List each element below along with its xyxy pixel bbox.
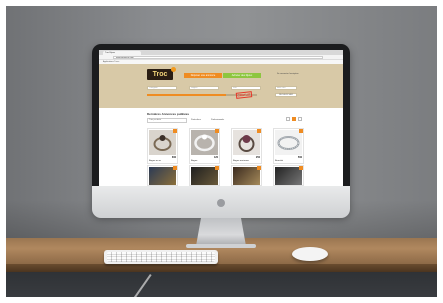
keywords-field[interactable]: Mots clés xyxy=(275,86,297,90)
monitor-stand-base xyxy=(186,244,256,248)
city-field[interactable]: Ville xyxy=(231,86,261,90)
listing-card[interactable] xyxy=(273,165,304,186)
desk-edge xyxy=(0,264,443,272)
keyboard-keys xyxy=(107,252,215,262)
listing-price: 25€ xyxy=(255,156,260,159)
corner-badge xyxy=(215,166,219,170)
region-field[interactable]: Région xyxy=(189,86,219,90)
ring-image xyxy=(149,130,176,155)
address-input[interactable]: www.trocbijoux.com xyxy=(113,56,323,59)
listing-card[interactable]: 50€ Bracelet xyxy=(273,128,304,164)
bracelet-image xyxy=(275,130,302,155)
corner-badge xyxy=(299,166,303,170)
view-toggle xyxy=(286,117,304,122)
list-view-icon[interactable] xyxy=(286,117,290,121)
logo-badge-icon xyxy=(171,67,176,72)
post-ad-button[interactable]: Déposer une annonce xyxy=(184,73,222,78)
site-header: Troc Déposer une annonce Acheter des bij… xyxy=(99,64,343,108)
listing-card[interactable] xyxy=(231,165,262,186)
radio-individuals[interactable]: Particuliers xyxy=(191,119,201,121)
site-logo[interactable]: Troc xyxy=(147,69,173,80)
ring-image xyxy=(191,130,218,155)
floor xyxy=(0,272,443,303)
corner-badge xyxy=(299,129,303,133)
photo-scene: Troc Bijoux www.trocbijoux.com Applicati… xyxy=(0,0,443,303)
listing-card[interactable]: 60€ Bague en or xyxy=(147,128,178,164)
monitor-screen: Troc Bijoux www.trocbijoux.com Applicati… xyxy=(99,50,343,186)
buy-jewelry-button[interactable]: Acheter des bijoux xyxy=(223,73,261,78)
search-row: Catégorie Région Ville Mots clés xyxy=(147,86,297,90)
listing-title[interactable]: Bague ancienne xyxy=(233,160,249,162)
price-slider-fill xyxy=(147,94,227,96)
ring-image xyxy=(233,130,260,155)
earrings-image xyxy=(275,167,302,185)
search-button[interactable]: RECHERCHER xyxy=(275,93,297,97)
account-links[interactable]: Se connecter Inscription xyxy=(277,73,298,75)
listing-title[interactable]: Bracelet xyxy=(275,160,283,162)
listing-price: 60€ xyxy=(171,156,176,159)
corner-badge xyxy=(215,129,219,133)
listing-title[interactable]: Bague xyxy=(191,160,197,162)
sort-select[interactable]: Trier par date xyxy=(147,118,187,123)
corner-badge xyxy=(257,166,261,170)
radio-professionals[interactable]: Professionnels xyxy=(211,119,224,121)
monitor-stand xyxy=(196,218,246,246)
corner-badge xyxy=(173,129,177,133)
listings-section: Dernières Annonces publiées Trier par da… xyxy=(99,108,343,186)
listing-card[interactable] xyxy=(189,165,220,186)
category-field[interactable]: Catégorie xyxy=(147,86,177,90)
listing-price: 50€ xyxy=(297,156,302,159)
necklace-image xyxy=(191,167,218,185)
corner-badge xyxy=(173,166,177,170)
listing-card[interactable]: 25€ Bague ancienne xyxy=(231,128,262,164)
grid-view-icon[interactable] xyxy=(292,117,296,121)
section-title: Dernières Annonces publiées xyxy=(147,112,190,116)
listing-title[interactable]: Bague en or xyxy=(149,160,161,162)
free-stamp: GRATUIT xyxy=(235,91,253,99)
apple-logo-icon xyxy=(217,199,225,207)
listing-price: 12€ xyxy=(213,156,218,159)
corner-badge xyxy=(257,129,261,133)
listing-card[interactable] xyxy=(147,165,178,186)
bag-image xyxy=(233,167,260,185)
watch-image xyxy=(149,167,176,185)
listing-card[interactable]: 12€ Bague xyxy=(189,128,220,164)
keyboard xyxy=(104,250,218,264)
mosaic-view-icon[interactable] xyxy=(298,117,302,121)
mouse xyxy=(292,247,328,261)
